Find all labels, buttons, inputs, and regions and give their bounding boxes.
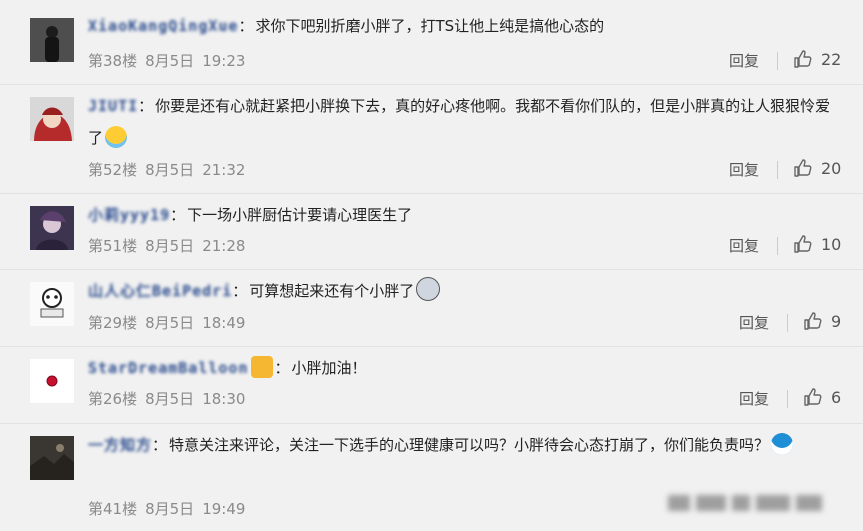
comment-time: 19:23 [202,52,246,70]
thumbs-up-icon [804,388,822,406]
comment-date: 8月5日 [145,161,195,179]
comment-item: XiaoKangQingXue： 求你下吧别折磨小胖了，打TS让他上纯是搞他心态的… [0,0,863,85]
comment-item: 山人心仁BeiPedri： 可算想起来还有个小胖了 第29楼 8月5日 18:49 回… [0,270,863,347]
comment-time: 21:28 [202,237,246,255]
shocked-emoji-icon [416,277,441,301]
reply-button[interactable]: 回复 [739,388,769,409]
floor-number: 第29楼 [88,314,138,332]
like-count: 9 [831,311,842,331]
comment-time: 18:30 [202,390,246,408]
avatar[interactable] [30,359,74,403]
comment-meta: 第29楼 8月5日 18:49 [88,312,253,333]
watermark [665,495,845,521]
username[interactable]: 小莉yyy19 [88,199,170,231]
reply-button[interactable]: 回复 [729,235,759,256]
like-count: 10 [821,234,842,254]
comment-meta: 第41楼 8月5日 19:49 [88,498,253,519]
comment-meta: 第51楼 8月5日 21:28 [88,235,253,256]
username[interactable]: 山人心仁BeiPedri [88,275,232,307]
badge-emoji-icon [250,356,273,378]
doraemon-emoji-icon [771,433,794,455]
like-button[interactable]: 6 [803,387,841,407]
avatar[interactable] [30,282,74,326]
avatar[interactable] [30,206,74,250]
avatar[interactable] [30,436,74,480]
like-count: 20 [821,158,842,178]
divider [787,390,788,408]
crying-emoji-icon [105,126,128,148]
avatar[interactable] [30,18,74,62]
username[interactable]: JIUTI [88,90,138,122]
like-button[interactable]: 20 [793,158,841,178]
thumbs-up-icon [804,312,822,330]
comment-text: 求你下吧别折磨小胖了，打TS让他上纯是搞他心态的 [255,17,605,35]
comment-text: 下一场小胖厨估计要请心理医生了 [187,206,413,224]
username[interactable]: StarDreamBalloon [88,352,249,384]
thumbs-up-icon [794,235,812,253]
reply-button[interactable]: 回复 [729,159,759,180]
floor-number: 第51楼 [88,237,138,255]
like-count: 6 [831,387,842,407]
comment-text: 小胖加油！ [291,359,367,377]
comment-list: XiaoKangQingXue： 求你下吧别折磨小胖了，打TS让他上纯是搞他心态的… [0,0,863,531]
divider [787,314,788,332]
comment-time: 21:32 [202,161,246,179]
comment-meta: 第52楼 8月5日 21:32 [88,159,253,180]
thumbs-up-icon [794,159,812,177]
thumbs-up-icon [794,50,812,68]
comment-date: 8月5日 [145,237,195,255]
like-count: 22 [821,49,842,69]
username[interactable]: XiaoKangQingXue [88,10,238,42]
like-button[interactable]: 22 [793,49,841,69]
divider [777,237,778,255]
comment-meta: 第38楼 8月5日 19:23 [88,50,253,71]
reply-button[interactable]: 回复 [739,312,769,333]
floor-number: 第52楼 [88,161,138,179]
like-button[interactable]: 9 [803,311,841,331]
comment-text: 可算想起来还有个小胖了 [249,282,415,300]
floor-number: 第38楼 [88,52,138,70]
floor-number: 第41楼 [88,500,138,518]
comment-date: 8月5日 [145,500,195,518]
comment-meta: 第26楼 8月5日 18:30 [88,388,253,409]
comment-item: 小莉yyy19： 下一场小胖厨估计要请心理医生了 第51楼 8月5日 21:28 回复… [0,194,863,270]
floor-number: 第26楼 [88,390,138,408]
reply-button[interactable]: 回复 [729,50,759,71]
comment-text: 你要是还有心就赶紧把小胖换下去，真的好心疼他啊。我都不看你们队的，但是小胖真的让… [88,97,831,147]
comment-time: 19:49 [202,500,246,518]
comment-date: 8月5日 [145,52,195,70]
comment-text: 特意关注来评论，关注一下选手的心理健康可以吗？小胖待会心态打崩了，你们能负责吗？ [169,436,770,454]
comment-date: 8月5日 [145,390,195,408]
comment-date: 8月5日 [145,314,195,332]
comment-time: 18:49 [202,314,246,332]
divider [777,161,778,179]
avatar[interactable] [30,97,74,141]
username[interactable]: 一方知方 [88,429,152,461]
like-button[interactable]: 10 [793,234,841,254]
comment-item: StarDreamBalloon：小胖加油！ 第26楼 8月5日 18:30 回复 … [0,347,863,424]
comment-item: JIUTI： 你要是还有心就赶紧把小胖换下去，真的好心疼他啊。我都不看你们队的，但… [0,85,863,194]
divider [777,52,778,70]
